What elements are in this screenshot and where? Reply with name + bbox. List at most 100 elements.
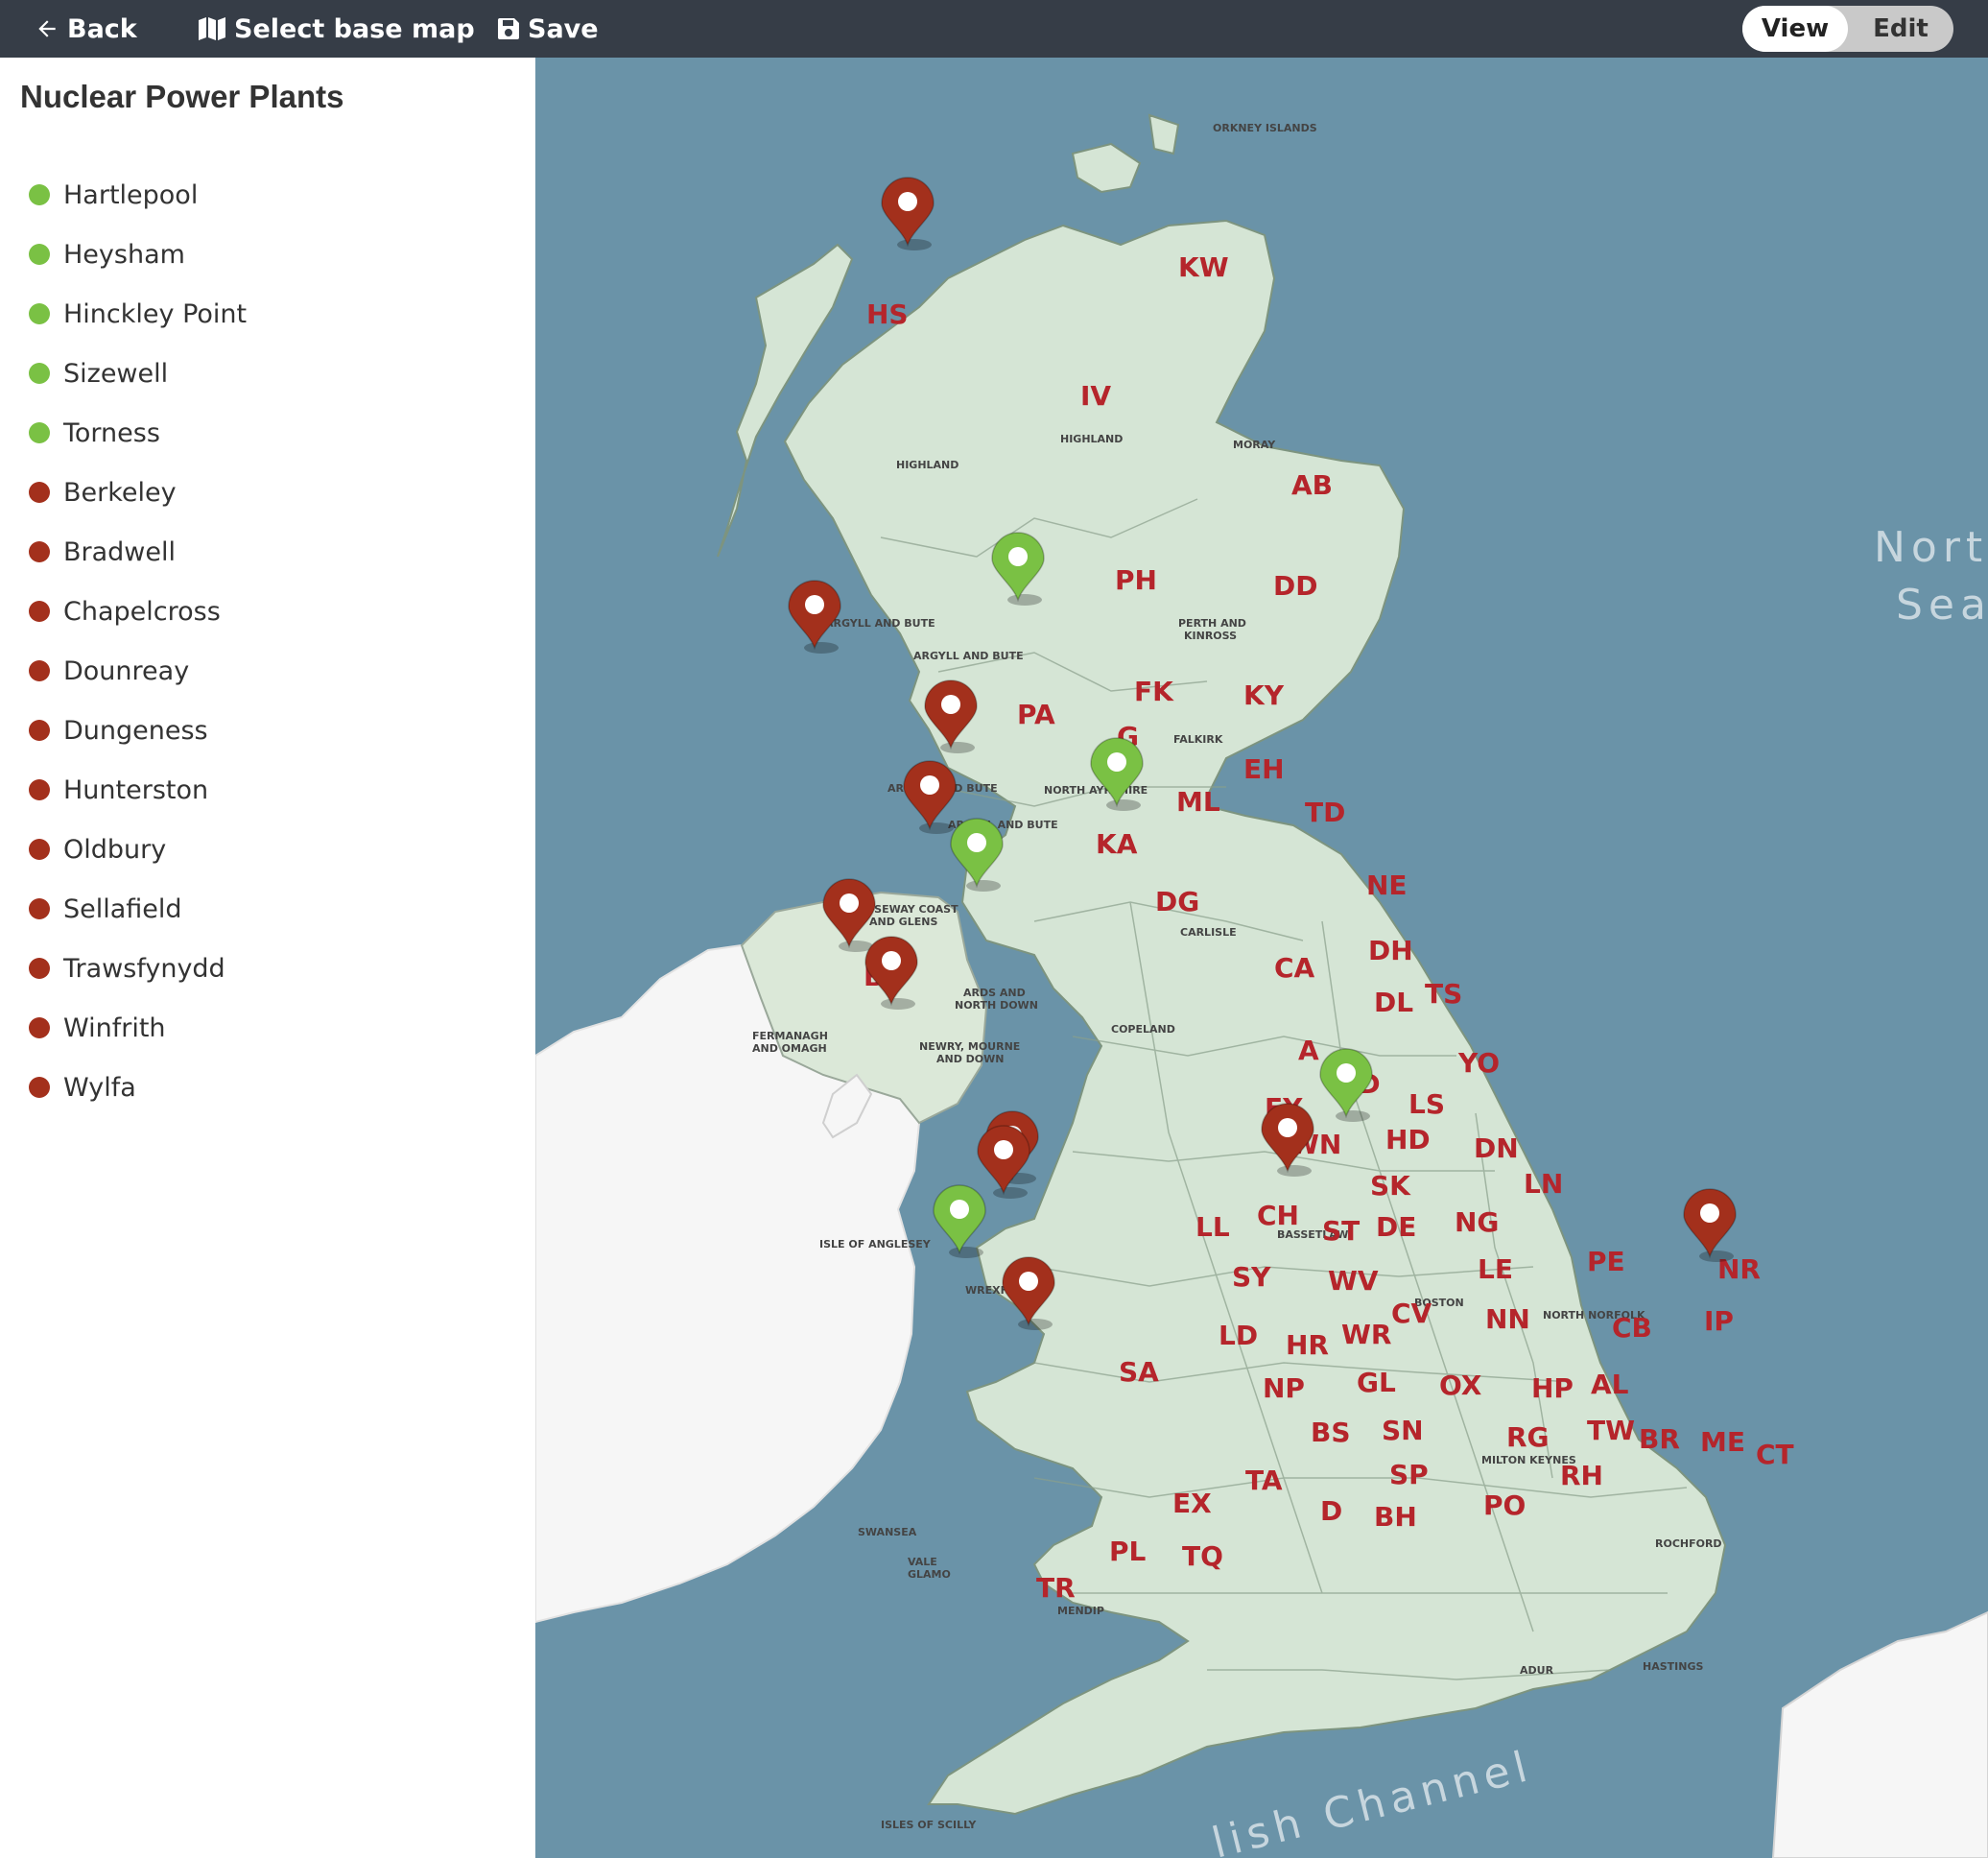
legend-item[interactable]: Hartlepool: [29, 165, 247, 225]
legend-item-label: Chapelcross: [63, 596, 221, 627]
postcode-label: IV: [1080, 380, 1111, 412]
legend-item[interactable]: Dounreay: [29, 641, 247, 701]
postcode-label: SA: [1119, 1356, 1159, 1388]
legend-sidebar: Nuclear Power Plants Hartlepool Heysham …: [0, 58, 535, 1858]
legend-item[interactable]: Berkeley: [29, 463, 247, 522]
marker-pin-hole: [1107, 752, 1126, 772]
area-label: GLAMO: [908, 1568, 951, 1581]
legend-item-label: Trawsfynydd: [63, 953, 225, 984]
postcode-label: NN: [1485, 1303, 1530, 1335]
legend-item[interactable]: Torness: [29, 403, 247, 463]
postcode-label: SK: [1370, 1170, 1411, 1202]
marker-pin-hole: [950, 1200, 969, 1219]
legend-item[interactable]: Sellafield: [29, 879, 247, 939]
area-label: ARGYLL AND BUTE: [913, 650, 1024, 662]
postcode-label: CA: [1274, 952, 1315, 984]
postcode-label: BR: [1639, 1423, 1680, 1455]
area-label: ROCHFORD: [1655, 1537, 1722, 1550]
marker-dot-icon: [29, 1017, 50, 1038]
legend-item[interactable]: Hunterston: [29, 760, 247, 820]
legend-item[interactable]: Chapelcross: [29, 582, 247, 641]
area-label: SWANSEA: [858, 1526, 917, 1538]
marker-dot-icon: [29, 363, 50, 384]
marker-dot-icon: [29, 898, 50, 919]
marker-dot-icon: [29, 779, 50, 800]
legend-item[interactable]: Sizewell: [29, 344, 247, 403]
postcode-label: NP: [1263, 1372, 1305, 1404]
legend-item-label: Heysham: [63, 239, 185, 270]
postcode-label: TA: [1245, 1465, 1283, 1496]
marker-pin-hole: [882, 951, 901, 970]
area-label: AND DOWN: [936, 1053, 1005, 1065]
postcode-label: KA: [1096, 828, 1138, 860]
postcode-label: DH: [1368, 935, 1413, 966]
legend-item[interactable]: Wylfa: [29, 1058, 247, 1117]
select-base-map-button[interactable]: Select base map: [198, 0, 475, 58]
marker-shadow: [949, 1247, 983, 1258]
legend-item-label: Hartlepool: [63, 179, 199, 210]
marker-dot-icon: [29, 601, 50, 622]
legend-item-label: Oldbury: [63, 834, 167, 865]
marker-shadow: [804, 642, 839, 654]
legend-item[interactable]: Winfrith: [29, 998, 247, 1058]
edit-toggle-option[interactable]: Edit: [1848, 6, 1953, 52]
area-label: ISLES OF SCILLY: [881, 1819, 977, 1831]
area-label: PERTH AND: [1178, 617, 1246, 630]
legend-item[interactable]: Trawsfynydd: [29, 939, 247, 998]
legend-item-label: Sizewell: [63, 358, 169, 389]
marker-dot-icon: [29, 720, 50, 741]
area-label: FERMANAGH: [752, 1030, 828, 1042]
view-toggle-option[interactable]: View: [1742, 6, 1848, 52]
postcode-label: TR: [1036, 1572, 1076, 1604]
marker-shadow: [919, 822, 954, 834]
sea-label-north-2: Sea: [1896, 581, 1988, 630]
legend-item-label: Dungeness: [63, 715, 208, 746]
marker-shadow: [897, 239, 932, 250]
legend-item[interactable]: Dungeness: [29, 701, 247, 760]
save-button[interactable]: Save: [497, 0, 599, 58]
postcode-label: YO: [1457, 1047, 1500, 1079]
legend-item[interactable]: Oldbury: [29, 820, 247, 879]
postcode-label: RG: [1506, 1421, 1550, 1453]
postcode-label: LS: [1408, 1088, 1445, 1120]
marker-pin-hole: [898, 192, 917, 211]
area-label: NEWRY, MOURNE: [919, 1040, 1020, 1053]
postcode-label: ST: [1322, 1215, 1360, 1247]
postcode-label: CH: [1257, 1200, 1299, 1231]
arrow-left-icon: [38, 20, 56, 37]
marker-dot-icon: [29, 541, 50, 562]
marker-shadow: [1018, 1319, 1053, 1330]
postcode-label: DG: [1155, 886, 1199, 917]
marker-dot-icon: [29, 422, 50, 443]
map-canvas[interactable]: Nort Sea lish Channel ORKNEY ISLANDS HIG…: [535, 58, 1988, 1858]
area-label: AND OMAGH: [752, 1042, 827, 1055]
legend-item[interactable]: Bradwell: [29, 522, 247, 582]
postcode-label: AB: [1291, 469, 1333, 501]
postcode-label: GL: [1357, 1367, 1396, 1398]
floppy-disk-icon: [498, 18, 519, 39]
marker-shadow: [1106, 799, 1141, 811]
back-button[interactable]: Back: [35, 0, 137, 58]
legend-item-label: Torness: [63, 417, 160, 448]
select-base-map-label: Select base map: [234, 13, 475, 44]
legend-item[interactable]: Heysham: [29, 225, 247, 284]
marker-pin-hole: [967, 833, 986, 852]
postcode-label: TQ: [1182, 1540, 1223, 1572]
area-label: MENDIP: [1057, 1605, 1104, 1617]
postcode-label: CB: [1612, 1312, 1652, 1344]
area-label: ISLE OF ANGLESEY: [819, 1238, 932, 1251]
postcode-label: HS: [866, 298, 909, 330]
map-title: Nuclear Power Plants: [20, 79, 344, 114]
map-svg[interactable]: Nort Sea lish Channel ORKNEY ISLANDS HIG…: [535, 58, 1988, 1858]
postcode-label: TW: [1587, 1415, 1635, 1446]
postcode-label: EH: [1243, 753, 1285, 785]
postcode-label: SP: [1389, 1459, 1429, 1490]
postcode-label: PH: [1115, 564, 1157, 596]
legend-item[interactable]: Hinckley Point: [29, 284, 247, 344]
marker-pin-hole: [1700, 1203, 1719, 1223]
postcode-label: DD: [1273, 570, 1317, 602]
postcode-label: D: [1320, 1495, 1342, 1527]
postcode-label: HR: [1286, 1329, 1329, 1361]
postcode-label: OX: [1439, 1370, 1482, 1401]
legend-item-label: Berkeley: [63, 477, 177, 508]
